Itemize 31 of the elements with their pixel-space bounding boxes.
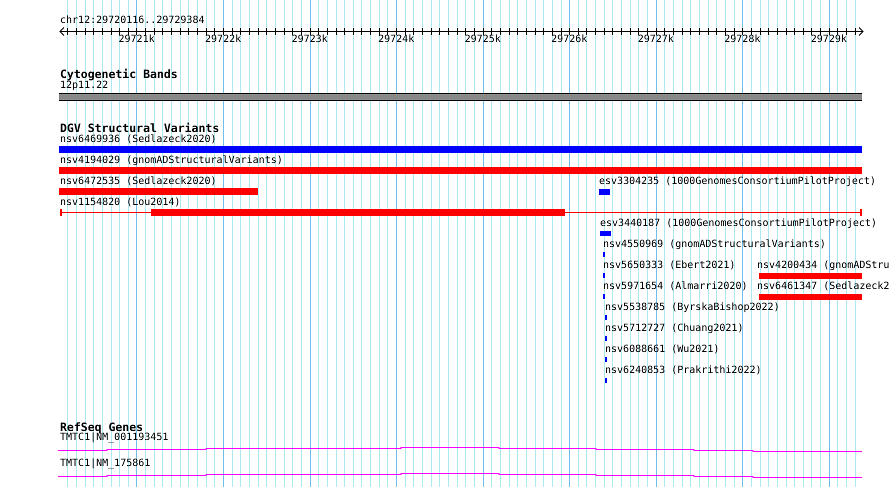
variant-label: nsv1154820 (Lou2014) xyxy=(60,197,180,209)
band-label: 12p11.22 xyxy=(60,80,108,92)
variant-label: nsv6088661 (Wu2021) xyxy=(605,344,720,356)
tick-label: 29723k xyxy=(292,34,328,46)
tick-label: 29728k xyxy=(724,34,760,46)
transcript-label: TMTC1|NM_001193451 xyxy=(60,432,168,444)
variant-label: nsv6469936 (Sedlazeck2020) xyxy=(60,134,217,146)
variant-label: esv3440187 (1000GenomesConsortiumPilotProject) xyxy=(600,218,877,230)
tick-label: 29729k xyxy=(810,34,847,46)
tick-label: 29721k xyxy=(118,34,154,46)
track-title: Cytogenetic Bands xyxy=(60,68,178,80)
variant-label: nsv6240853 (Prakrithi2022) xyxy=(605,365,762,377)
variant-label: esv3304235 (1000GenomesConsortiumPilotProject) xyxy=(599,176,876,188)
track-title: DGV Structural Variants xyxy=(60,122,220,134)
variant-label: nsv5712727 (Chuang2021) xyxy=(605,323,744,335)
variant-label: nsv4200434 (gnomADStru xyxy=(757,260,890,272)
tick-label: 29724k xyxy=(378,34,414,46)
variant-label: nsv6461347 (Sedlazeck2 xyxy=(757,281,890,293)
variant-label: nsv5650333 (Ebert2021) xyxy=(603,260,736,272)
transcript-label: TMTC1|NM_175861 xyxy=(60,458,150,470)
variant-label: nsv5538785 (ByrskaBishop2022) xyxy=(605,302,780,314)
track-title: RefSeq Genes xyxy=(60,421,144,433)
tick-label: 29722k xyxy=(205,34,242,46)
tick-label: 29726k xyxy=(551,34,588,46)
variant-label: nsv4194029 (gnomADStructuralVariants) xyxy=(60,155,283,167)
variant-label: nsv6472535 (Sedlazeck2020) xyxy=(60,176,217,188)
variant-label: nsv5971654 (Almarri2020) xyxy=(603,281,748,293)
region-label: chr12:29720116..29729384 xyxy=(60,15,204,27)
variant-label: nsv4550969 (gnomADStructuralVariants) xyxy=(603,239,826,251)
tick-label: 29727k xyxy=(638,34,674,46)
tick-label: 29725k xyxy=(464,34,501,46)
